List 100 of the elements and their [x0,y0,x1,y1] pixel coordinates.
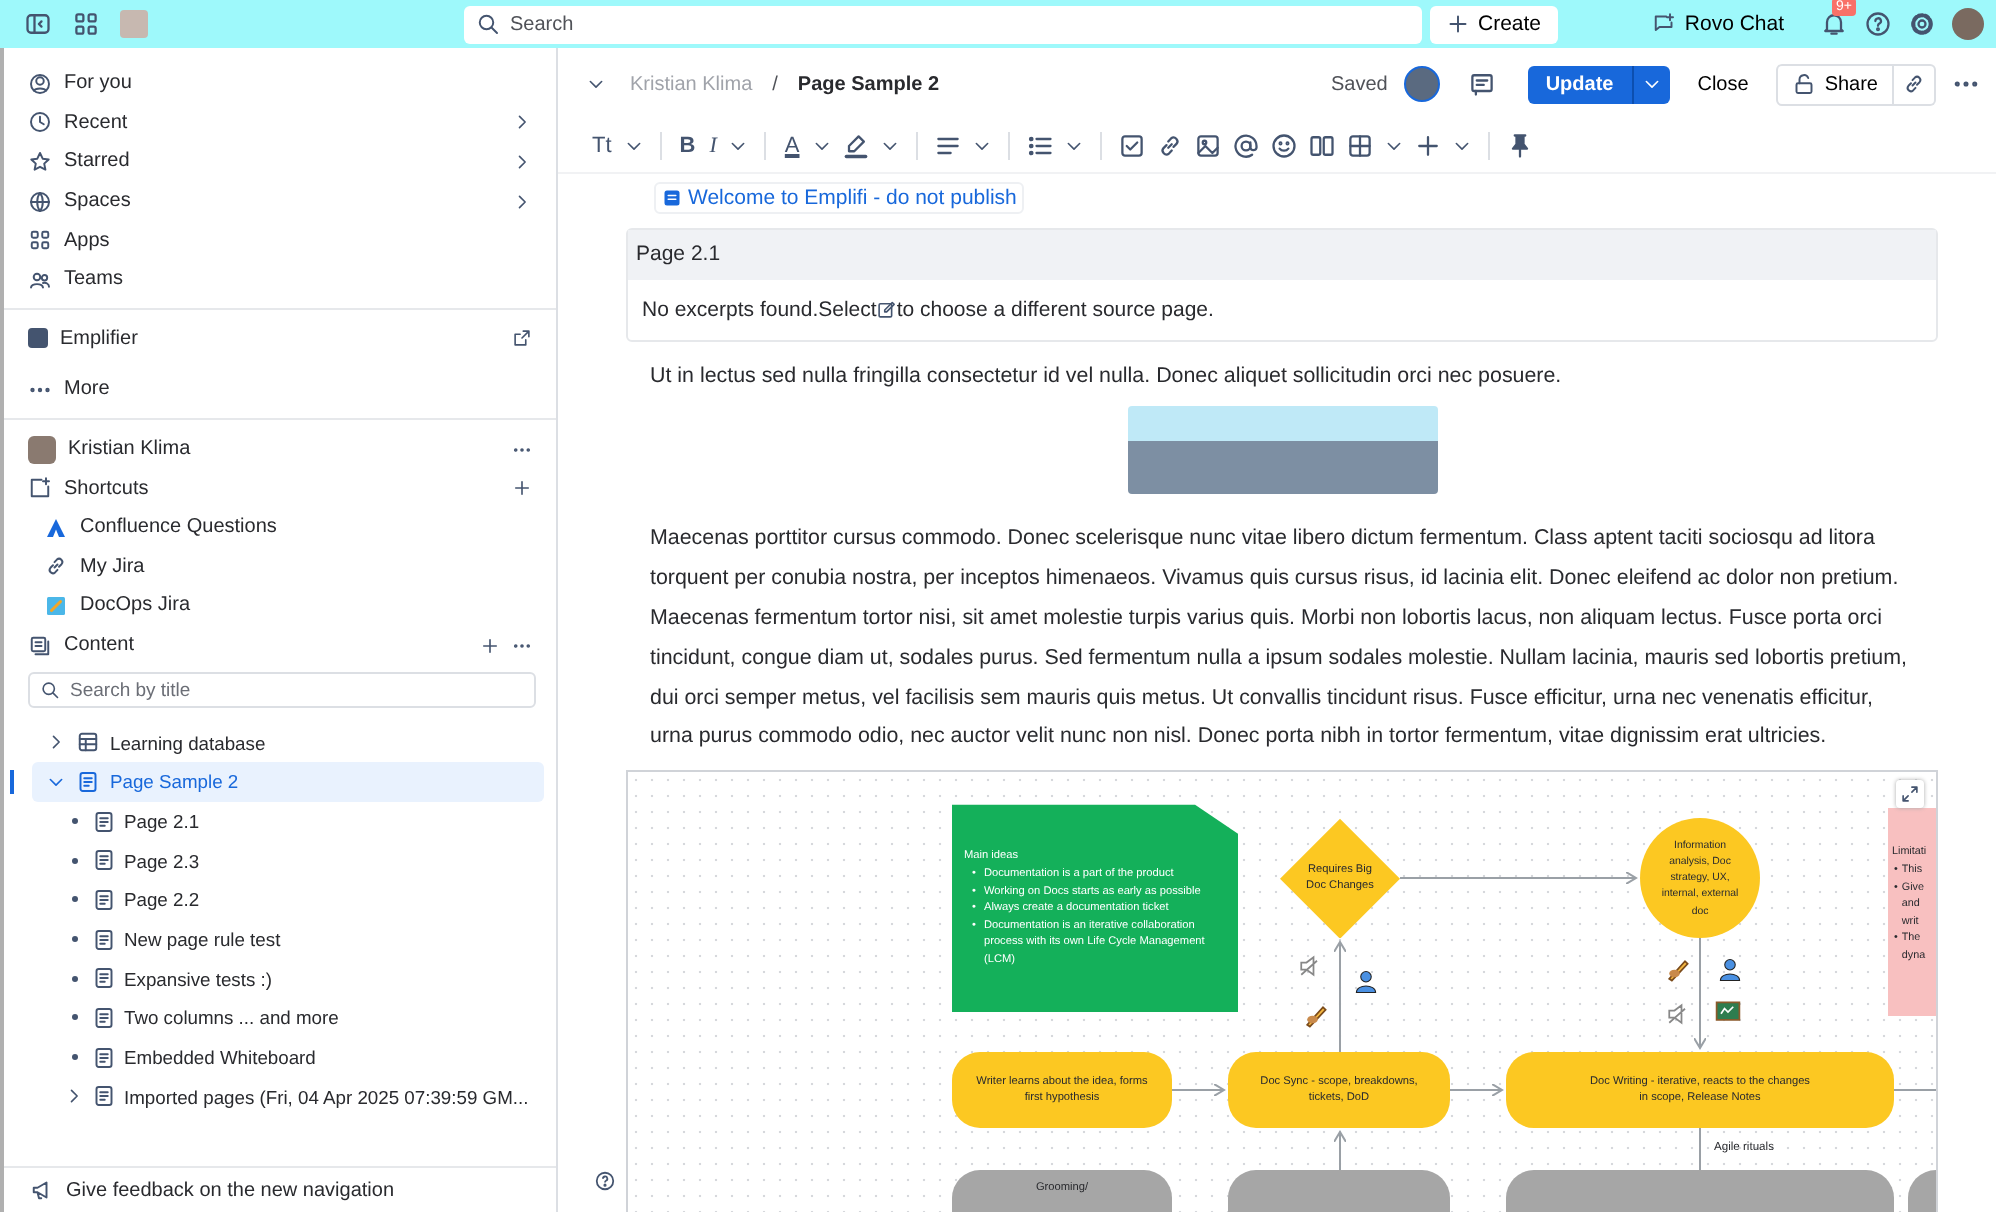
bullet-icon [71,936,77,943]
page-icon [92,1045,116,1070]
external-link-icon [512,328,532,349]
person-icon [28,71,52,96]
connector-arrow [1449,1083,1503,1098]
excerpt-title: Page 2.1 [628,230,1936,280]
page-icon [92,1084,116,1109]
nav-item[interactable]: Teams [24,259,536,300]
shortcut-item[interactable]: DocOps Jira [24,586,536,626]
connector-arrow [1333,941,1347,1054]
emoji-icon[interactable] [1269,132,1298,160]
bullet-icon [71,857,77,864]
excerpt-message: to choose a different source page. [896,298,1214,322]
tree-item[interactable]: Imported pages (Fri, 04 Apr 2025 07:39:59 GM... [32,1077,544,1117]
chalkboard-icon [1714,998,1742,1027]
title-search-field[interactable]: Search by title [28,672,536,709]
expand-button[interactable] [1896,780,1924,809]
chat-sparkle-icon [1652,12,1677,36]
page-icon [92,809,116,834]
share-button[interactable]: Share [1776,63,1894,105]
connector-line [1893,1089,1936,1092]
shortcut-item[interactable]: My Jira [24,547,536,587]
highlighter-icon[interactable] [841,132,870,160]
add-icon[interactable] [480,635,500,656]
excerpt-message: No excerpts found.Select [642,298,877,322]
link-icon [44,554,68,579]
tree-item[interactable]: Embedded Whiteboard [32,1037,544,1077]
connector-arrow [1333,1131,1347,1176]
close-button[interactable]: Close [1685,73,1761,95]
search-icon [40,680,60,701]
comment-icon[interactable] [1467,70,1496,98]
update-button[interactable]: Update [1527,65,1632,103]
shortcut-item[interactable]: Confluence Questions [24,507,536,548]
search-icon [476,12,500,36]
app-link[interactable]: Emplifier [24,319,536,359]
plus-icon [1446,12,1470,36]
section-header[interactable]: Shortcuts [24,468,536,508]
apps-icon [28,228,52,253]
add-icon[interactable] [512,478,532,499]
database-icon [76,730,100,755]
more-item[interactable]: More [24,370,536,410]
link-icon[interactable] [1155,132,1184,160]
help-icon[interactable] [1864,10,1892,38]
bullet-icon [71,818,77,825]
notifications-icon[interactable] [1820,10,1848,38]
expand-icon [1900,784,1920,805]
checkbox-icon[interactable] [1117,132,1146,160]
tree-item[interactable]: Expansive tests :) [32,958,544,999]
tree-item[interactable]: New page rule test [32,919,544,959]
app-switcher-icon[interactable] [72,10,100,38]
edit-icon[interactable] [876,300,897,320]
italic-button[interactable]: I [707,134,719,158]
tree-item[interactable]: Two columns ... and more [32,998,544,1038]
sidebar-toggle-icon[interactable] [24,10,52,38]
notepad-icon [44,593,68,618]
breadcrumb-current: Page Sample 2 [797,73,940,95]
help-icon[interactable] [594,1170,616,1192]
align-icon[interactable] [933,132,962,160]
feedback-link[interactable]: Give feedback on the new navigation [4,1166,556,1212]
clock-icon [28,110,52,135]
image-icon[interactable] [1193,132,1222,160]
save-status: Saved [1330,73,1388,95]
columns-icon[interactable] [1307,132,1336,160]
user-avatar [28,435,56,464]
page-link[interactable]: Welcome to Emplifi - do not publish [654,182,1025,214]
copy-link-button[interactable] [1894,63,1936,105]
settings-icon[interactable] [1908,10,1936,38]
text-color-button[interactable]: A [782,134,802,158]
pencil-hand-icon [1664,956,1692,985]
nav-item[interactable]: For you [24,64,536,104]
create-button[interactable]: Create [1430,5,1558,43]
person-icon [1716,956,1744,985]
tree-item[interactable]: Learning database [32,722,544,762]
mention-icon[interactable] [1231,132,1260,160]
nav-item[interactable]: Starred [24,142,536,182]
space-header[interactable]: Kristian Klima [24,429,536,469]
bold-button[interactable]: B [677,134,698,158]
nav-item[interactable]: Apps [24,220,536,260]
page-icon [92,848,116,873]
page-icon [92,966,116,991]
tree-item[interactable]: Page 2.2 [32,880,544,920]
connector-line [1699,1127,1701,1176]
nav-item[interactable]: Spaces [24,181,536,221]
avatar[interactable] [1952,8,1984,40]
text-style-button[interactable]: Tt [590,134,614,158]
connector-arrow [1693,937,1707,1050]
update-dropdown-button[interactable] [1631,65,1670,103]
tree-item[interactable]: Page 2.1 [32,801,544,841]
breadcrumb-separator: / [772,73,778,95]
section-header[interactable]: Content [24,625,536,665]
tree-item[interactable]: Page 2.3 [32,840,544,881]
rovo-chat-button[interactable]: Rovo Chat [1640,12,1796,36]
search-field[interactable]: Search [464,5,1422,43]
page-icon [76,769,100,794]
page-icon [92,1005,116,1030]
nav-item[interactable]: Recent [24,103,536,143]
table-icon[interactable] [1345,132,1374,160]
bullet-list-icon[interactable] [1025,132,1054,160]
plus-icon[interactable] [1413,132,1442,160]
app-logo-icon [28,328,48,349]
